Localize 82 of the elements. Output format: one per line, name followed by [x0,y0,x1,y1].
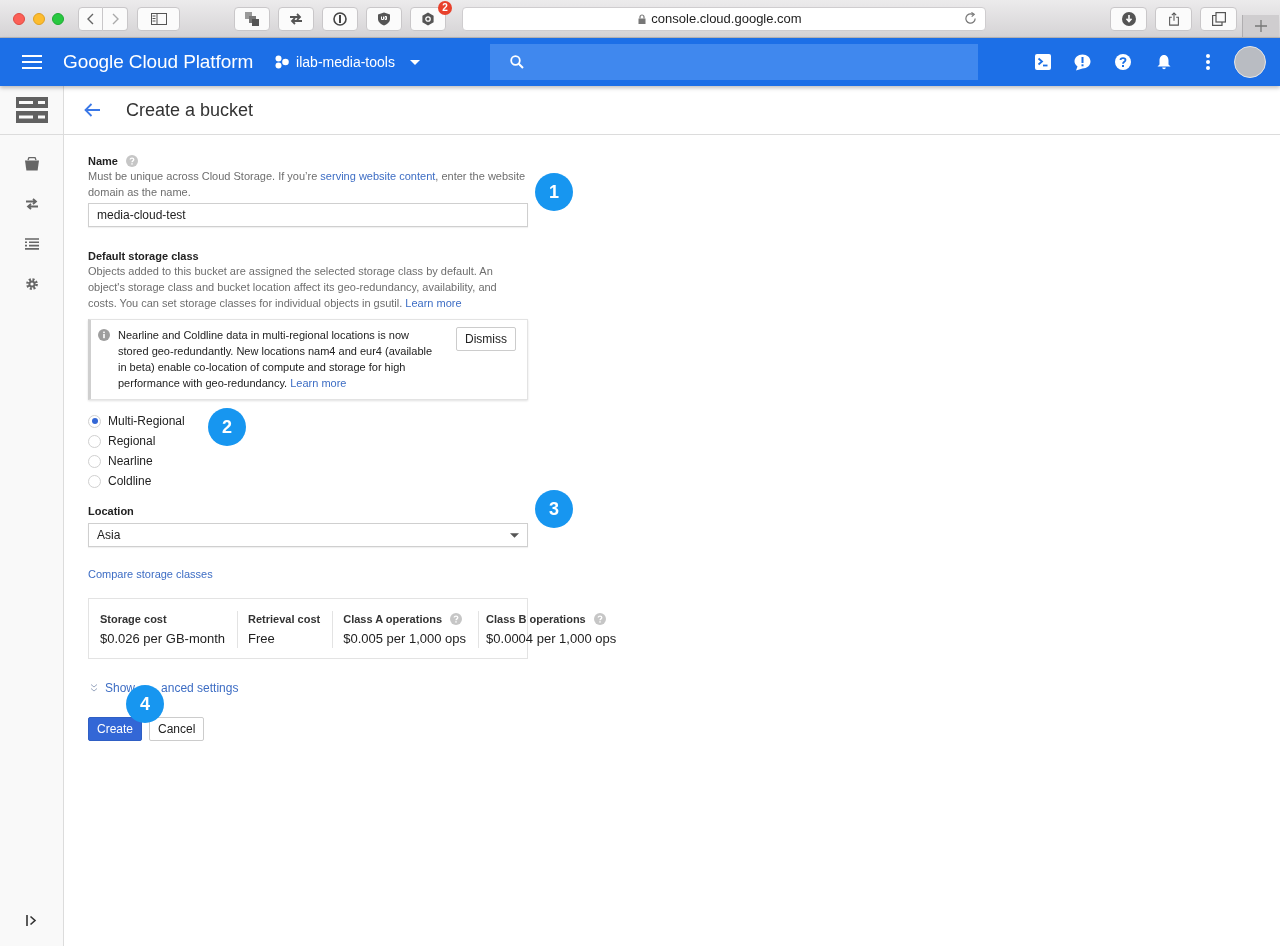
plus-icon [1255,20,1267,32]
swap-arrows-icon [289,11,303,26]
account-avatar[interactable] [1233,46,1266,78]
sidebar-icon [150,12,167,25]
field-label: Name [88,154,118,168]
field-label: Default storage class [88,249,199,263]
radio-button[interactable] [88,414,101,428]
notification-count: 2 [438,0,452,15]
storage-class-option[interactable]: Multi-Regional [88,411,185,431]
location-select[interactable]: Asia [88,523,528,547]
project-selector[interactable]: ilab-media-tools [275,54,420,70]
compare-storage-classes-link[interactable]: Compare storage classes [88,566,213,582]
nodes-icon [275,55,290,69]
name-help-text: Must be unique across Cloud Storage. If you’re serving website content, enter the website domain as the name. [88,169,527,200]
extension-button[interactable] [322,6,358,31]
pricing-label: Retrieval cost [248,613,321,625]
storage-class-option[interactable]: Coldline [88,471,152,491]
share-icon [1166,11,1181,26]
advanced-settings-link[interactable]: Show anced settings [90,680,239,696]
learn-more-link[interactable]: Learn more [405,297,462,309]
radio-button[interactable] [88,434,101,448]
back-arrow-icon[interactable] [84,103,100,117]
circled-bar-icon [333,11,347,26]
tabs-button[interactable] [1200,6,1237,31]
download-icon [1121,11,1136,26]
downloads-button[interactable] [1110,6,1147,31]
search-field[interactable] [489,44,978,80]
dismiss-button[interactable]: Dismiss [456,327,516,351]
share-button[interactable] [1155,6,1192,31]
double-chevron-down-icon [90,684,98,692]
address-bar[interactable]: console.cloud.google.com [462,6,986,31]
expand-sidebar-icon[interactable] [26,915,37,926]
pricing-value: Free [248,630,276,648]
create-button[interactable]: Create [88,717,143,741]
pricing-value: $0.005 per 1,000 ops [343,630,467,648]
storage-class-option[interactable]: Nearline [88,451,153,471]
learn-more-link[interactable]: Learn more [290,377,347,389]
search-icon [509,55,524,69]
close-window-button[interactable] [13,12,25,25]
shield-icon [377,11,391,26]
hexagon-icon [421,11,435,26]
storage-class-help-text: Objects added to this bucket are assigned the selected storage class by default. An object's storage class and bucket location affect its geo-redundancy, availability, and costs. You can set storage classes for individual objects in gsutil. Learn more [88,264,498,311]
step-marker: 2 [208,408,246,446]
terminal-icon[interactable] [1034,54,1051,70]
bucket-name-input[interactable]: media-cloud-test [88,203,528,227]
radio-button[interactable] [88,474,101,488]
storage-icon[interactable] [15,97,48,123]
more-options-icon[interactable] [1205,54,1210,70]
info-icon [98,329,110,341]
caret-down-icon [409,59,420,65]
list-icon[interactable] [24,237,39,251]
reload-icon[interactable] [964,12,977,25]
radio-button[interactable] [88,454,101,468]
stacked-squares-icon [245,11,259,26]
swap-arrows-icon[interactable] [24,197,39,211]
pricing-label: Class A operations [343,613,442,625]
menu-button[interactable] [22,55,42,69]
overlapping-squares-icon [1211,11,1226,26]
field-label: Location [88,504,134,518]
notice-text: Nearline and Coldline data in multi-regional locations is now stored geo-redundantly. New locations nam4 and eur4 (available in beta) enable co-location of compute and storage for high performance with geo-redundancy. Learn more [118,328,434,391]
feedback-icon[interactable] [1073,53,1091,71]
caret-down-icon [510,532,519,538]
extension-button[interactable] [366,6,402,31]
settings-icon[interactable] [24,277,39,291]
pricing-label: Storage cost [100,613,167,625]
lock-icon [638,13,647,24]
storage-class-option[interactable]: Regional [88,431,156,451]
product-title[interactable]: Google Cloud Platform [63,51,254,73]
pricing-label: Class B operations [486,613,586,625]
cancel-button[interactable]: Cancel [149,717,205,741]
menu-icon [22,55,42,69]
pricing-value: $0.026 per GB-month [100,630,226,648]
sidebar-button[interactable] [137,6,180,31]
page-title: Create a bucket [126,99,254,121]
pricing-value: $0.0004 per 1,000 ops [486,630,617,648]
extension-button[interactable] [234,6,270,31]
bucket-icon[interactable] [24,157,39,171]
help-icon[interactable] [1114,54,1131,70]
step-marker: 1 [535,173,573,211]
extension-button[interactable] [278,6,314,31]
bell-icon[interactable] [1156,54,1171,70]
step-marker: 3 [535,490,573,528]
